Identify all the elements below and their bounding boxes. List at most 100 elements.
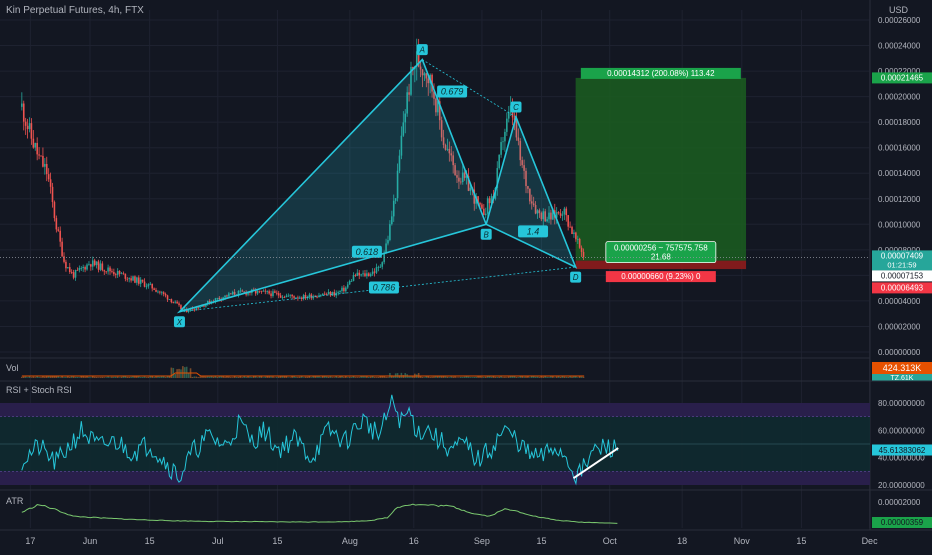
volume-bar — [552, 376, 554, 378]
long-position-tool[interactable]: 0.00014312 (200.08%) 113.42 0.00000256 ~ … — [575, 67, 747, 283]
volume-bar — [76, 376, 79, 378]
rsi-tick-label: 80.00000000 — [878, 399, 925, 408]
candle-body — [45, 164, 48, 175]
candle-body — [82, 267, 84, 269]
volume-bar — [379, 376, 382, 378]
volume-bar — [504, 376, 506, 378]
candle-body — [199, 306, 201, 309]
candle-body — [274, 291, 276, 293]
volume-bar — [107, 376, 109, 378]
candle-body — [270, 293, 272, 297]
volume-bar — [44, 376, 46, 378]
volume-bar — [454, 376, 456, 378]
candle-body — [375, 267, 378, 273]
volume-bar — [241, 377, 244, 378]
volume-bar — [258, 376, 261, 378]
volume-bar — [249, 376, 251, 378]
candle-body — [300, 297, 303, 299]
volume-bar — [452, 376, 454, 378]
candle-body — [371, 271, 374, 275]
volume-bar — [366, 376, 368, 378]
volume-bar — [21, 376, 23, 378]
rsi-tick-label: 20.00000000 — [878, 481, 925, 490]
volume-bar — [149, 376, 152, 378]
volume-bar — [289, 377, 292, 378]
candle-body — [97, 261, 100, 270]
candle-body — [88, 264, 90, 266]
pattern-ratio-label: 0.618 — [356, 247, 379, 257]
time-tick-label: Aug — [342, 536, 358, 546]
candle-body — [279, 295, 282, 298]
volume-bar — [540, 376, 543, 378]
time-tick-label: Jun — [83, 536, 98, 546]
volume-bar — [40, 377, 42, 378]
volume-bar — [553, 377, 556, 378]
candle-body — [289, 294, 292, 296]
price-tag-value: 0.00007153 — [881, 271, 924, 280]
candle-body — [160, 292, 163, 294]
volume-bar — [237, 376, 240, 378]
volume-bar — [563, 376, 566, 378]
volume-bar — [345, 376, 347, 378]
candle-body — [151, 283, 153, 289]
candle-body — [322, 293, 324, 296]
volume-bar — [483, 377, 485, 378]
pattern-ratio-label: 0.679 — [441, 87, 464, 97]
candle-body — [137, 277, 140, 284]
time-tick-label: Sep — [474, 536, 490, 546]
atr-tick-label: 0.00002000 — [878, 498, 921, 507]
volume-bar — [507, 376, 510, 378]
volume-bar — [333, 377, 336, 378]
candle-body — [346, 284, 349, 288]
volume-bar — [128, 376, 130, 378]
volume-bar — [471, 377, 474, 378]
volume-bar — [456, 377, 458, 378]
volume-bar — [34, 377, 37, 378]
candle-body — [86, 264, 88, 270]
volume-bar — [352, 376, 355, 378]
volume-bar — [65, 376, 67, 378]
candle-body — [170, 299, 173, 303]
entry-label-line2: 21.68 — [651, 253, 672, 262]
volume-bar — [515, 377, 518, 378]
candle-body — [74, 269, 77, 278]
candle-body — [362, 273, 364, 275]
volume-bar — [331, 377, 334, 378]
price-tick-label: 0.00004000 — [878, 297, 921, 306]
volume-bar — [160, 376, 163, 378]
candle-body — [143, 281, 146, 287]
volume-bar — [433, 376, 435, 378]
volume-bar — [136, 376, 138, 378]
target-zone[interactable] — [575, 77, 747, 261]
volume-bar — [111, 376, 113, 378]
volume-bar — [538, 377, 541, 378]
volume-bar — [114, 376, 117, 378]
price-tick-label: 0.00016000 — [878, 144, 921, 153]
candle-body — [266, 291, 269, 293]
volume-bar — [36, 376, 38, 378]
candle-body — [277, 293, 280, 296]
time-tick-label: 15 — [796, 536, 806, 546]
volume-bar — [164, 377, 167, 378]
candle-body — [42, 155, 44, 167]
volume-bar — [521, 376, 523, 378]
pattern-point-label: B — [484, 230, 490, 239]
volume-bar — [32, 376, 35, 378]
volume-bar — [126, 376, 129, 378]
volume-bar — [479, 376, 481, 378]
candle-body — [126, 278, 129, 280]
pattern-point-label: A — [419, 46, 425, 55]
candle-body — [155, 289, 157, 292]
volume-bar — [368, 376, 370, 378]
volume-bar — [450, 376, 453, 378]
volume-bar — [88, 376, 90, 378]
volume-bar — [45, 376, 48, 378]
volume-bar — [465, 376, 468, 378]
chart-canvas[interactable]: 0.00014312 (200.08%) 113.42 0.00000256 ~ … — [0, 0, 932, 550]
volume-title: Vol — [6, 363, 19, 373]
volume-bar — [260, 376, 263, 378]
candle-body — [333, 292, 336, 296]
volume-bar — [481, 376, 483, 378]
candle-body — [78, 268, 81, 271]
volume-bar — [180, 369, 182, 378]
